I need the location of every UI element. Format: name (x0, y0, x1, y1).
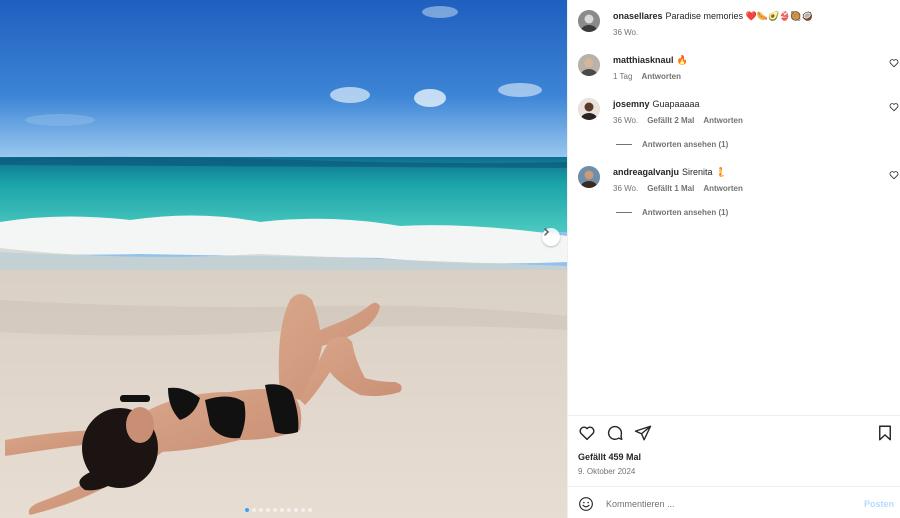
smiley-icon[interactable] (578, 496, 594, 512)
reply-button[interactable]: Antworten (703, 184, 743, 193)
comment-item: josemny Guapaaaaa 36 Wo. Gefällt 2 Mal An… (578, 98, 900, 128)
avatar[interactable] (578, 10, 600, 32)
comment-text: Sirenita (682, 167, 713, 177)
beach-photo (0, 0, 567, 518)
username[interactable]: josemny (613, 99, 650, 109)
username[interactable]: matthiasknaul (613, 55, 674, 65)
caption-text: Paradise memories (665, 11, 744, 21)
carousel-dot (294, 508, 298, 512)
carousel-dot (266, 508, 270, 512)
carousel-dot (252, 508, 256, 512)
heart-icon[interactable] (578, 424, 596, 442)
carousel-dot (273, 508, 277, 512)
reply-button[interactable]: Antworten (641, 72, 681, 81)
view-replies-label: Antworten ansehen (1) (642, 208, 729, 217)
heart-icon[interactable] (889, 58, 899, 68)
comment-text: Guapaaaaa (652, 99, 700, 109)
carousel-dot (259, 508, 263, 512)
comments-list: onasellares Paradise memories ❤️🌭🥑👙🥘🥥 36 … (568, 0, 900, 415)
caption-emojis: ❤️🌭🥑👙🥘🥥 (745, 11, 813, 21)
carousel-indicator (245, 508, 312, 512)
comment-item: matthiasknaul 🔥 1 Tag Antworten (578, 54, 900, 84)
action-bar (578, 424, 900, 444)
divider (568, 486, 900, 487)
username[interactable]: onasellares (613, 11, 663, 21)
post-button[interactable]: Posten (864, 499, 894, 509)
username[interactable]: andreagalvanju (613, 167, 679, 177)
post-photo[interactable] (0, 0, 567, 518)
carousel-dot (308, 508, 312, 512)
replies-line (616, 212, 632, 213)
chevron-right-icon (544, 228, 549, 236)
carousel-dot (280, 508, 284, 512)
reply-button[interactable]: Antworten (703, 116, 743, 125)
comment-likes[interactable]: Gefällt 1 Mal (647, 184, 694, 193)
view-replies-button[interactable]: Antworten ansehen (1) (616, 208, 728, 217)
view-replies-button[interactable]: Antworten ansehen (1) (616, 140, 728, 149)
timestamp[interactable]: 36 Wo. (613, 184, 638, 193)
post-details-panel: onasellares Paradise memories ❤️🌭🥑👙🥘🥥 36 … (567, 0, 900, 518)
comment-item: andreagalvanju Sirenita 🧜 36 Wo. Gefällt … (578, 166, 900, 196)
comment-input[interactable] (606, 495, 856, 513)
avatar[interactable] (578, 98, 600, 120)
avatar[interactable] (578, 54, 600, 76)
post-caption: onasellares Paradise memories ❤️🌭🥑👙🥘🥥 36 … (578, 10, 900, 40)
divider (568, 415, 900, 416)
carousel-dot (287, 508, 291, 512)
replies-line (616, 144, 632, 145)
comment-likes[interactable]: Gefällt 2 Mal (647, 116, 694, 125)
view-replies-label: Antworten ansehen (1) (642, 140, 729, 149)
heart-icon[interactable] (889, 102, 899, 112)
comment-emoji: 🔥 (676, 55, 688, 65)
post-date[interactable]: 9. Oktober 2024 (578, 467, 635, 476)
heart-icon[interactable] (889, 170, 899, 180)
comment-composer: Posten (578, 494, 900, 514)
carousel-dot (301, 508, 305, 512)
timestamp[interactable]: 36 Wo. (613, 116, 638, 125)
timestamp[interactable]: 36 Wo. (613, 28, 638, 37)
share-icon[interactable] (634, 424, 652, 442)
comment-emoji: 🧜 (715, 167, 727, 177)
avatar[interactable] (578, 166, 600, 188)
comment-icon[interactable] (606, 424, 624, 442)
timestamp[interactable]: 1 Tag (613, 72, 632, 81)
like-count[interactable]: Gefällt 459 Mal (578, 452, 641, 462)
bookmark-icon[interactable] (876, 424, 894, 442)
carousel-dot (245, 508, 249, 512)
carousel-next-button[interactable] (542, 228, 560, 246)
